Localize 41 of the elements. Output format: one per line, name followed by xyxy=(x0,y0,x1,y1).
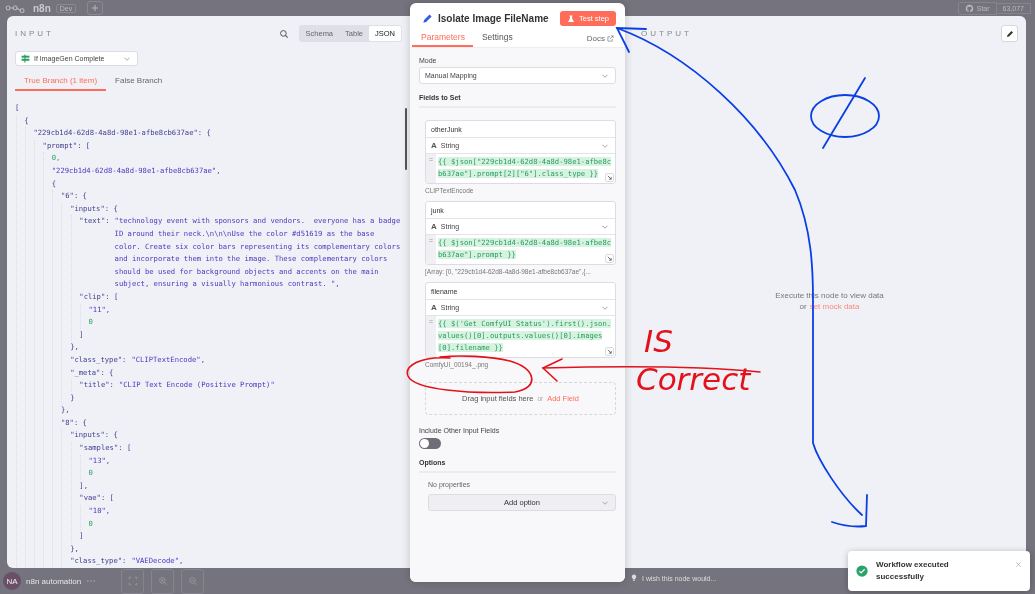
string-type-icon: A xyxy=(431,141,437,150)
expand-icon[interactable] xyxy=(605,254,614,263)
github-icon xyxy=(964,3,974,13)
or-text: or xyxy=(799,301,807,312)
toast-message: Workflow executed successfully xyxy=(876,559,950,583)
add-button[interactable] xyxy=(87,1,104,15)
panel-title: OUTPUT xyxy=(641,29,692,38)
panel-title: INPUT xyxy=(15,29,54,38)
edit-button[interactable] xyxy=(1001,25,1018,42)
external-link-icon xyxy=(607,35,614,42)
pencil-icon xyxy=(1005,29,1014,38)
expand-icon[interactable] xyxy=(605,173,614,182)
scrollbar[interactable] xyxy=(405,108,407,170)
check-circle-icon xyxy=(856,565,868,577)
include-fields-toggle[interactable] xyxy=(419,438,441,449)
search-icon[interactable] xyxy=(278,28,289,39)
close-icon[interactable] xyxy=(1015,561,1022,568)
handwritten-note: Correct xyxy=(636,360,751,398)
fit-view-icon xyxy=(127,576,138,586)
crossed-circle-drawing xyxy=(810,77,880,149)
signpost-icon xyxy=(21,54,30,63)
panel-tab[interactable]: Settings xyxy=(472,29,521,47)
workflow-name: n8n automation xyxy=(26,576,82,586)
lightbulb-icon xyxy=(630,574,638,582)
docs-link[interactable]: Docs xyxy=(586,34,614,47)
string-type-icon: A xyxy=(431,303,437,312)
flask-icon xyxy=(567,14,575,23)
node-title: Isolate Image FileName xyxy=(438,13,549,24)
plus-icon xyxy=(90,3,101,13)
handwritten-note: IS xyxy=(643,322,674,360)
fit-view-button[interactable] xyxy=(121,568,145,594)
branch-tab[interactable]: False Branch xyxy=(106,72,172,92)
zoom-out-icon xyxy=(187,576,198,586)
zoom-in-button[interactable] xyxy=(151,568,175,594)
avatar[interactable]: NA xyxy=(3,572,21,590)
zoom-out-button[interactable] xyxy=(181,568,205,594)
string-type-icon: A xyxy=(431,222,437,231)
zoom-in-icon xyxy=(157,576,168,586)
expand-icon[interactable] xyxy=(605,347,614,356)
logo-text: n8n xyxy=(33,2,51,14)
pencil-icon xyxy=(422,13,433,24)
